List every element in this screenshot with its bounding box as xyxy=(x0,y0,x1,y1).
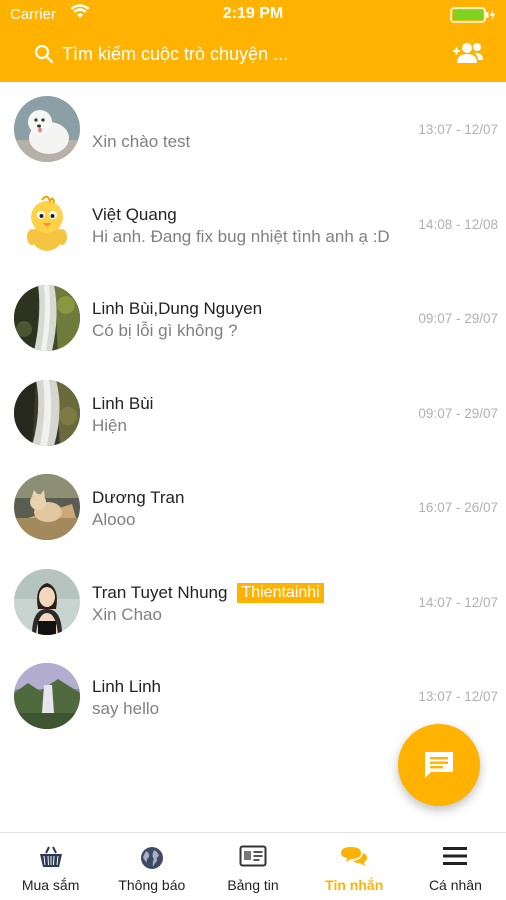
search-icon xyxy=(34,44,54,69)
battery-icon xyxy=(450,7,496,23)
conversation-name: Dương Tran xyxy=(92,488,185,507)
conversation-preview: Hiện xyxy=(92,415,127,435)
nav-label: Cá nhân xyxy=(428,877,482,893)
nav-item-tin-nhan[interactable]: Tin nhắn xyxy=(304,833,405,900)
conversation-name: Tran Tuyet Nhung Thientainhi xyxy=(92,582,324,603)
conversation-name: Linh Bùi xyxy=(92,393,154,413)
tag-badge: Thientainhi xyxy=(237,582,324,603)
globe-icon xyxy=(139,845,165,876)
search-bar[interactable]: Tìm kiếm cuộc trò chuyện ... xyxy=(0,38,506,72)
conversation-name: Việt Quang xyxy=(92,204,177,224)
nav-label: Thông báo xyxy=(118,877,186,893)
conversation-item[interactable]: Việt Quang Hi anh. Đang fix bug nhiệt tì… xyxy=(0,177,506,272)
nav-item-mua-sam[interactable]: Mua sắm xyxy=(0,833,101,900)
nav-label: Mua sắm xyxy=(21,877,80,893)
conversation-time: 09:07 - 29/07 xyxy=(418,405,498,421)
chat-bubbles-icon xyxy=(340,845,368,874)
conversation-name: Linh Bùi,Dung Nguyen xyxy=(92,299,263,318)
conversation-item[interactable]: Dương Tran Alooo 16:07 - 26/07 xyxy=(0,460,506,555)
status-bar: Carrier 2:19 PM xyxy=(0,0,506,30)
cat-avatar xyxy=(14,474,80,540)
waterfall-avatar xyxy=(14,379,80,446)
add-friends-icon[interactable] xyxy=(452,41,484,70)
conversation-item[interactable]: Linh Bùi Hiện 09:07 - 29/07 xyxy=(0,366,506,461)
conversation-preview: Hi anh. Đang fix bug nhiệt tình anh ạ :D xyxy=(92,226,390,246)
conversation-preview: Alooo xyxy=(92,510,136,529)
conversation-item[interactable]: Tran Tuyet Nhung Thientainhi Xin Chao 14:… xyxy=(0,555,506,650)
conversation-item[interactable]: Xin chào test 13:07 - 12/07 xyxy=(0,82,506,177)
nav-item-ca-nhan[interactable]: Cá nhân xyxy=(405,833,506,900)
chat-icon xyxy=(423,750,455,785)
search-input[interactable]: Tìm kiếm cuộc trò chuyện ... xyxy=(62,44,288,65)
new-chat-button[interactable] xyxy=(398,724,480,806)
conversation-preview: Xin Chao xyxy=(92,604,162,624)
conversation-preview: say hello xyxy=(92,699,160,718)
conversation-time: 14:08 - 12/08 xyxy=(418,216,498,232)
conversation-time: 13:07 - 12/07 xyxy=(418,122,498,137)
app-header: Carrier 2:19 PM Tìm kiếm cuộc trò chuyện… xyxy=(0,0,506,82)
nav-item-bang-tin[interactable]: Bảng tin xyxy=(202,833,303,900)
nav-label: Bảng tin xyxy=(227,877,279,893)
conversation-time: 16:07 - 26/07 xyxy=(418,500,498,515)
conversation-list: Xin chào test 13:07 - 12/07 Việt Quang H… xyxy=(0,82,506,744)
conversation-name: Linh Linh xyxy=(92,677,162,696)
conversation-time: 13:07 - 12/07 xyxy=(418,689,498,704)
conversation-time: 14:07 - 12/07 xyxy=(418,594,498,610)
woman-avatar xyxy=(14,568,80,635)
conversation-preview: Xin chào test xyxy=(92,132,191,151)
nav-label: Tin nhắn xyxy=(325,877,384,893)
id-card-icon xyxy=(239,845,267,872)
conversation-preview: Có bị lỗi gì không ? xyxy=(92,321,238,340)
nav-item-thong-bao[interactable]: Thông báo xyxy=(101,833,202,900)
basket-icon xyxy=(38,845,64,874)
waterfall-avatar xyxy=(14,285,80,351)
landscape-avatar xyxy=(14,663,80,729)
bottom-navigation: Mua sắm Thông báo Bảng tin Tin nhắn Cá n… xyxy=(0,832,506,900)
conversation-item[interactable]: Linh Bùi,Dung Nguyen Có bị lỗi gì không … xyxy=(0,271,506,366)
conversation-time: 09:07 - 29/07 xyxy=(418,311,498,326)
menu-icon xyxy=(442,845,468,872)
white-dog-avatar xyxy=(14,96,80,162)
chick-avatar xyxy=(14,190,80,257)
conversation-name-text: Tran Tuyet Nhung xyxy=(92,582,228,602)
clock: 2:19 PM xyxy=(222,5,284,22)
